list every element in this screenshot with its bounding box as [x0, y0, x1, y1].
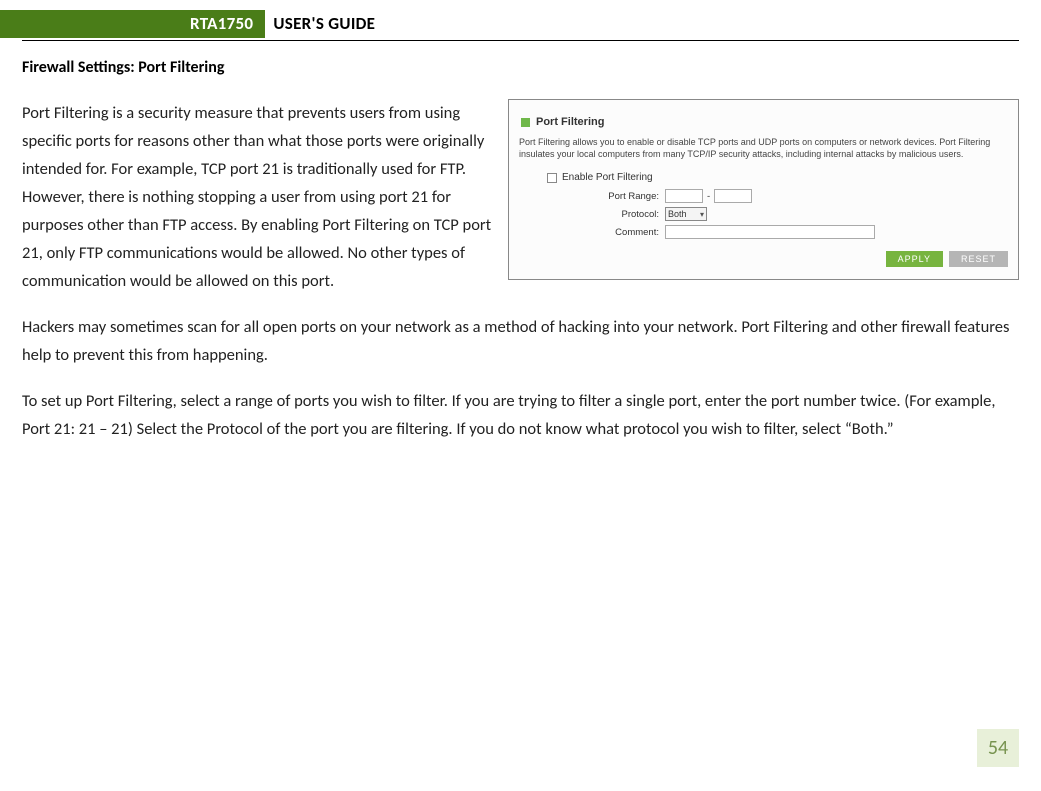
section-heading: Firewall Settings: Port Filtering — [22, 58, 1019, 77]
page-content: Firewall Settings: Port Filtering Port F… — [22, 58, 1019, 443]
page-number: 54 — [977, 729, 1019, 767]
port-range-row: Port Range: - — [589, 189, 1008, 203]
apply-button[interactable]: APPLY — [886, 251, 943, 267]
screenshot-form: Port Range: - Protocol: Both ▾ Comment: — [589, 189, 1008, 239]
port-range-start-input[interactable] — [665, 189, 703, 203]
screenshot-description: Port Filtering allows you to enable or d… — [519, 136, 1008, 160]
protocol-label: Protocol: — [589, 209, 659, 220]
intro-row: Port Filtering is a security measure tha… — [22, 99, 1019, 295]
chevron-down-icon: ▾ — [700, 210, 704, 219]
comment-row: Comment: — [589, 225, 1008, 239]
page-header: RTA1750 USER'S GUIDE — [0, 10, 375, 38]
range-dash: - — [707, 191, 710, 202]
screenshot-title: Port Filtering — [536, 116, 604, 128]
guide-title: USER'S GUIDE — [265, 10, 375, 38]
header-rule — [22, 40, 1019, 41]
port-filtering-screenshot: Port Filtering Port Filtering allows you… — [508, 99, 1019, 280]
enable-label: Enable Port Filtering — [562, 172, 653, 183]
port-range-label: Port Range: — [589, 191, 659, 202]
paragraph-2: Hackers may sometimes scan for all open … — [22, 313, 1019, 369]
intro-paragraph: Port Filtering is a security measure tha… — [22, 99, 494, 295]
port-range-end-input[interactable] — [714, 189, 752, 203]
reset-button[interactable]: RESET — [949, 251, 1008, 267]
protocol-value: Both — [668, 209, 687, 219]
comment-label: Comment: — [589, 227, 659, 238]
paragraph-3: To set up Port Filtering, select a range… — [22, 387, 1019, 443]
enable-port-filtering-row: Enable Port Filtering — [547, 172, 1008, 183]
enable-checkbox[interactable] — [547, 173, 557, 183]
square-icon — [521, 118, 530, 127]
comment-input[interactable] — [665, 225, 875, 239]
screenshot-title-row: Port Filtering — [521, 116, 1008, 128]
protocol-row: Protocol: Both ▾ — [589, 207, 1008, 221]
screenshot-buttons: APPLY RESET — [519, 251, 1008, 267]
protocol-select[interactable]: Both ▾ — [665, 207, 707, 221]
product-badge: RTA1750 — [0, 10, 265, 38]
